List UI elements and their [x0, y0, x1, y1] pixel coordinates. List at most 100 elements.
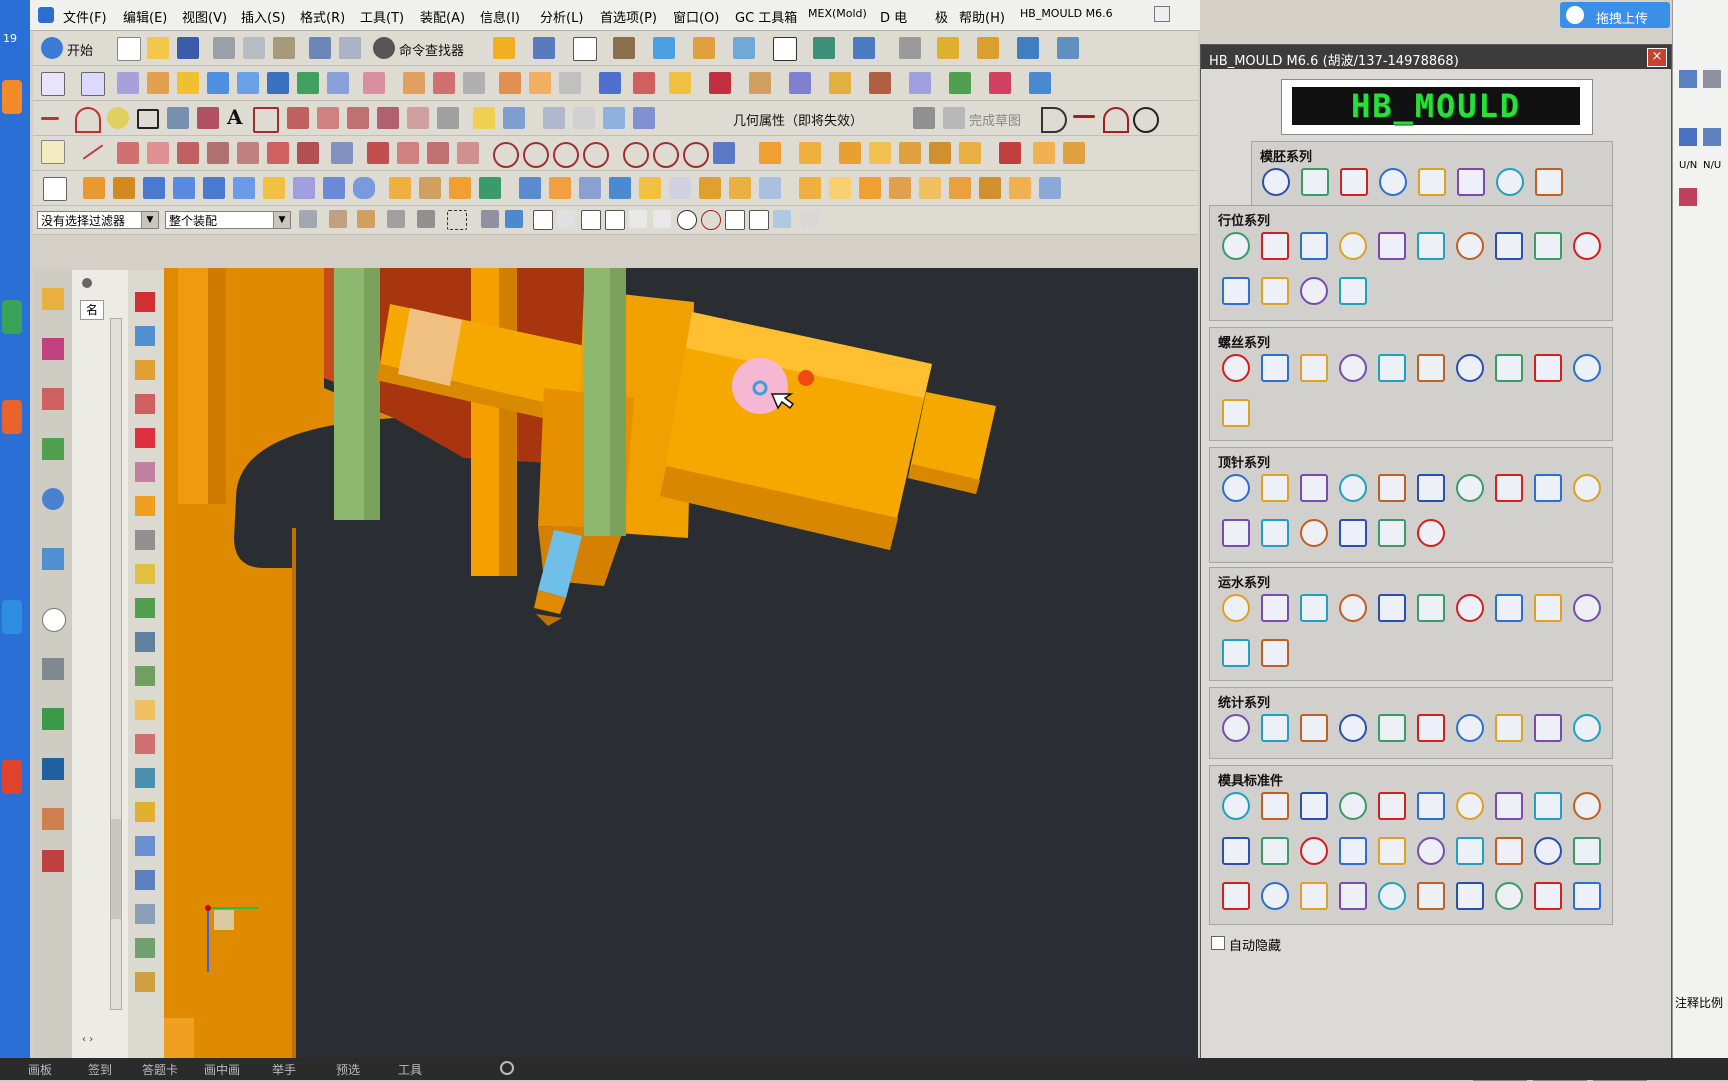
- mould-tool-icon[interactable]: [1457, 168, 1485, 196]
- toolbar-icon[interactable]: [135, 292, 155, 312]
- mould-tool-icon[interactable]: [1496, 168, 1524, 196]
- mould-tool-icon[interactable]: [1495, 232, 1523, 260]
- toolbar-icon[interactable]: [653, 37, 675, 59]
- toolbar-icon[interactable]: [463, 72, 485, 94]
- menu-info[interactable]: 信息(I): [480, 7, 520, 26]
- roles-icon[interactable]: [42, 808, 64, 830]
- toolbar-icon[interactable]: [135, 972, 155, 992]
- circle-icon[interactable]: [623, 142, 649, 168]
- toolbar-icon[interactable]: [135, 394, 155, 414]
- desktop-app-icon[interactable]: [2, 600, 22, 634]
- circle-icon[interactable]: [653, 142, 679, 168]
- mould-tool-icon[interactable]: [1339, 882, 1367, 910]
- toolbar-icon[interactable]: [505, 210, 523, 228]
- mould-tool-icon[interactable]: [1378, 714, 1406, 742]
- toolbar-icon[interactable]: [377, 107, 399, 129]
- web-browser-icon[interactable]: [42, 548, 64, 570]
- toolbar-icon[interactable]: [107, 107, 129, 129]
- mould-tool-icon[interactable]: [1573, 594, 1601, 622]
- mould-tool-icon[interactable]: [1534, 354, 1562, 382]
- toolbar-icon[interactable]: [367, 142, 389, 164]
- tab-drawing-board[interactable]: 画板: [28, 1061, 52, 1078]
- toolbar-icon[interactable]: [949, 72, 971, 94]
- toolbar-icon[interactable]: [599, 72, 621, 94]
- toolbar-icon[interactable]: [135, 326, 155, 346]
- finish-sketch-label[interactable]: 完成草图: [969, 110, 1021, 129]
- mould-tool-icon[interactable]: [1261, 474, 1289, 502]
- toolbar-icon[interactable]: [237, 142, 259, 164]
- command-finder-label[interactable]: 命令查找器: [399, 40, 464, 59]
- mould-tool-icon[interactable]: [1300, 792, 1328, 820]
- toolbar-icon[interactable]: [829, 72, 851, 94]
- toolbar-icon[interactable]: [437, 107, 459, 129]
- mould-tool-icon[interactable]: [1495, 594, 1523, 622]
- mould-tool-icon[interactable]: [1495, 837, 1523, 865]
- mould-tool-icon[interactable]: [1417, 594, 1445, 622]
- toolbar-icon[interactable]: [287, 107, 309, 129]
- toolbar-icon[interactable]: [327, 72, 349, 94]
- menu-gc-toolbox[interactable]: GC 工具箱: [735, 7, 797, 26]
- mould-tool-icon[interactable]: [1573, 714, 1601, 742]
- tab-raise-hand[interactable]: 举手: [272, 1061, 296, 1078]
- mould-tool-icon[interactable]: [1222, 354, 1250, 382]
- toolbar-icon[interactable]: [559, 72, 581, 94]
- menu-assembly[interactable]: 装配(A): [420, 7, 465, 26]
- toolbar-icon[interactable]: [347, 107, 369, 129]
- mould-tool-icon[interactable]: [1417, 519, 1445, 547]
- menu-window[interactable]: 窗口(O): [673, 7, 719, 26]
- mould-tool-icon[interactable]: [1222, 714, 1250, 742]
- toolbar-icon[interactable]: [493, 37, 515, 59]
- toolbar-icon[interactable]: [82, 144, 104, 160]
- toolbar-icon[interactable]: [799, 142, 821, 164]
- toolbar-icon[interactable]: [177, 142, 199, 164]
- toolbar-icon[interactable]: [117, 142, 139, 164]
- toolbar-icon[interactable]: [999, 142, 1021, 164]
- mould-tool-icon[interactable]: [1456, 837, 1484, 865]
- arc-icon[interactable]: [75, 107, 101, 133]
- mould-tool-icon[interactable]: [1300, 882, 1328, 910]
- mould-tool-icon[interactable]: [1417, 837, 1445, 865]
- power-icon[interactable]: [500, 1061, 514, 1075]
- mould-tool-icon[interactable]: [1417, 354, 1445, 382]
- mould-tool-icon[interactable]: [1339, 714, 1367, 742]
- toolbar-icon[interactable]: [909, 72, 931, 94]
- mould-tool-icon[interactable]: [1300, 594, 1328, 622]
- toolbar-icon[interactable]: [1033, 142, 1055, 164]
- toolbar-icon[interactable]: [853, 37, 875, 59]
- toolbar-icon[interactable]: [579, 177, 601, 199]
- toolbar-icon[interactable]: [447, 210, 467, 230]
- history-icon[interactable]: [42, 608, 66, 632]
- toolbar-icon[interactable]: [43, 177, 67, 201]
- pin-icon[interactable]: [82, 278, 92, 288]
- toolbar-icon[interactable]: [1679, 188, 1697, 206]
- mould-tool-icon[interactable]: [1456, 232, 1484, 260]
- mould-tool-icon[interactable]: [1339, 792, 1367, 820]
- toolbar-icon[interactable]: [1679, 70, 1697, 88]
- mould-tool-icon[interactable]: [1300, 474, 1328, 502]
- tree-column-header[interactable]: 名: [80, 300, 104, 320]
- mould-tool-icon[interactable]: [1222, 639, 1250, 667]
- toolbar-icon[interactable]: [801, 210, 819, 228]
- toolbar-icon[interactable]: [937, 37, 959, 59]
- block-icon[interactable]: [173, 177, 195, 199]
- toolbar-icon[interactable]: [135, 734, 155, 754]
- toolbar-icon[interactable]: [759, 142, 781, 164]
- tab-answer-card[interactable]: 答题卡: [142, 1061, 178, 1078]
- block-icon[interactable]: [203, 177, 225, 199]
- mould-tool-icon[interactable]: [1222, 474, 1250, 502]
- circle-icon[interactable]: [493, 142, 519, 168]
- mould-tool-icon[interactable]: [1378, 792, 1406, 820]
- toolbar-icon[interactable]: [869, 72, 891, 94]
- toolbar-icon[interactable]: [573, 107, 595, 129]
- toolbar-icon[interactable]: [533, 37, 555, 59]
- toolbar-icon[interactable]: [533, 210, 553, 230]
- toolbar-icon[interactable]: [473, 107, 495, 129]
- toolbar-icon[interactable]: [253, 107, 279, 133]
- toolbar-icon[interactable]: [499, 72, 521, 94]
- redo-icon[interactable]: [339, 37, 361, 59]
- toolbar-icon[interactable]: [135, 428, 155, 448]
- mould-tool-icon[interactable]: [1378, 882, 1406, 910]
- tab-preselect[interactable]: 预选: [336, 1061, 360, 1078]
- toolbar-icon[interactable]: [503, 107, 525, 129]
- mould-tool-icon[interactable]: [1261, 354, 1289, 382]
